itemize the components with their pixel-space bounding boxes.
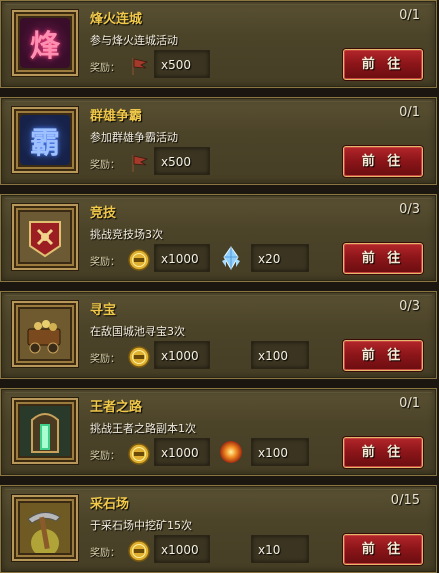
pickaxe-icon xyxy=(12,495,78,561)
reward-label: 奖励： xyxy=(90,451,120,462)
reward-amount: x1000 xyxy=(161,349,199,363)
go-button[interactable]: 前 往 xyxy=(343,49,423,80)
task-card: 烽 烽火连城 0/1 参与烽火连城活动 奖励： x500 前 往 xyxy=(0,0,437,88)
task-card: 霸 群雄争霸 0/1 参加群雄争霸活动 奖励： x500 前 往 xyxy=(0,97,437,185)
reward-amount: x500 xyxy=(161,155,192,169)
task-description: 挑战王者之路副本1次 xyxy=(90,422,196,435)
reward-slot: x1000 xyxy=(154,244,210,272)
icon-glyph: 烽 xyxy=(20,18,70,68)
hegemony-char-icon: 霸 xyxy=(12,107,78,173)
crystal-icon xyxy=(218,245,244,271)
task-title: 采石场 xyxy=(90,497,130,512)
reward-amount: x1000 xyxy=(161,446,199,460)
arena-banner-icon xyxy=(12,204,78,270)
reward-amount: x1000 xyxy=(161,543,199,557)
kings-gate-icon xyxy=(12,398,78,464)
task-title: 王者之路 xyxy=(90,400,143,415)
reward-slot: x100 xyxy=(251,341,309,369)
task-description: 在敌国城池寻宝3次 xyxy=(90,325,185,338)
reward-amount: x100 xyxy=(258,446,289,460)
reward-slot: x1000 xyxy=(154,535,210,563)
task-title: 寻宝 xyxy=(90,303,117,318)
task-progress: 0/1 xyxy=(399,8,420,23)
task-description: 于采石场中挖矿15次 xyxy=(90,519,192,532)
reward-amount: x20 xyxy=(258,252,281,266)
reward-amount: x1000 xyxy=(161,252,199,266)
go-button[interactable]: 前 往 xyxy=(343,534,423,565)
reward-label: 奖励： xyxy=(90,548,120,559)
reward-label: 奖励： xyxy=(90,257,120,268)
task-progress: 0/15 xyxy=(390,493,420,508)
go-button[interactable]: 前 往 xyxy=(343,146,423,177)
task-title: 烽火连城 xyxy=(90,12,143,27)
reward-amount: x10 xyxy=(258,543,281,557)
reward-amount: x100 xyxy=(258,349,289,363)
exp-coin-icon xyxy=(126,344,152,370)
go-button[interactable]: 前 往 xyxy=(343,243,423,274)
task-card: 王者之路 0/1 挑战王者之路副本1次 奖励： x1000 x100 前 往 xyxy=(0,388,437,476)
reward-slot: x500 xyxy=(154,147,210,175)
task-card: 采石场 0/15 于采石场中挖矿15次 奖励： x1000 x10 前 往 xyxy=(0,485,437,573)
task-progress: 0/1 xyxy=(399,105,420,120)
go-button[interactable]: 前 往 xyxy=(343,437,423,468)
reward-slot: x20 xyxy=(251,244,309,272)
battle-flag-icon xyxy=(126,150,152,176)
task-title: 竞技 xyxy=(90,206,117,221)
battle-flag-icon xyxy=(126,53,152,79)
task-card: 寻宝 0/3 在敌国城池寻宝3次 奖励： x1000 x100 前 往 xyxy=(0,291,437,379)
go-button[interactable]: 前 往 xyxy=(343,340,423,371)
task-progress: 0/3 xyxy=(399,299,420,314)
reward-slot: x1000 xyxy=(154,341,210,369)
reward-slot: x500 xyxy=(154,50,210,78)
task-description: 参与烽火连城活动 xyxy=(90,34,178,47)
task-title: 群雄争霸 xyxy=(90,109,143,124)
task-description: 挑战竞技场3次 xyxy=(90,228,163,241)
task-progress: 0/1 xyxy=(399,396,420,411)
exp-coin-icon xyxy=(126,441,152,467)
task-description: 参加群雄争霸活动 xyxy=(90,131,178,144)
task-card: 竞技 0/3 挑战竞技场3次 奖励： x1000 x20 前 往 xyxy=(0,194,437,282)
fire-orb-icon xyxy=(218,439,244,465)
task-progress: 0/3 xyxy=(399,202,420,217)
task-list: 烽烽火连城 0/1 参与烽火连城活动 奖励： x500 前 往霸群雄争霸 0/1 参加群雄争霸… xyxy=(0,0,439,573)
reward-slot: x10 xyxy=(251,535,309,563)
reward-label: 奖励： xyxy=(90,160,120,171)
treasure-cart-icon xyxy=(12,301,78,367)
icon-glyph: 霸 xyxy=(20,115,70,165)
reward-slot: x1000 xyxy=(154,438,210,466)
exp-coin-icon xyxy=(126,538,152,564)
reward-label: 奖励： xyxy=(90,63,120,74)
beacon-char-icon: 烽 xyxy=(12,10,78,76)
reward-amount: x500 xyxy=(161,58,192,72)
reward-slot: x100 xyxy=(251,438,309,466)
reward-label: 奖励： xyxy=(90,354,120,365)
exp-coin-icon xyxy=(126,247,152,273)
